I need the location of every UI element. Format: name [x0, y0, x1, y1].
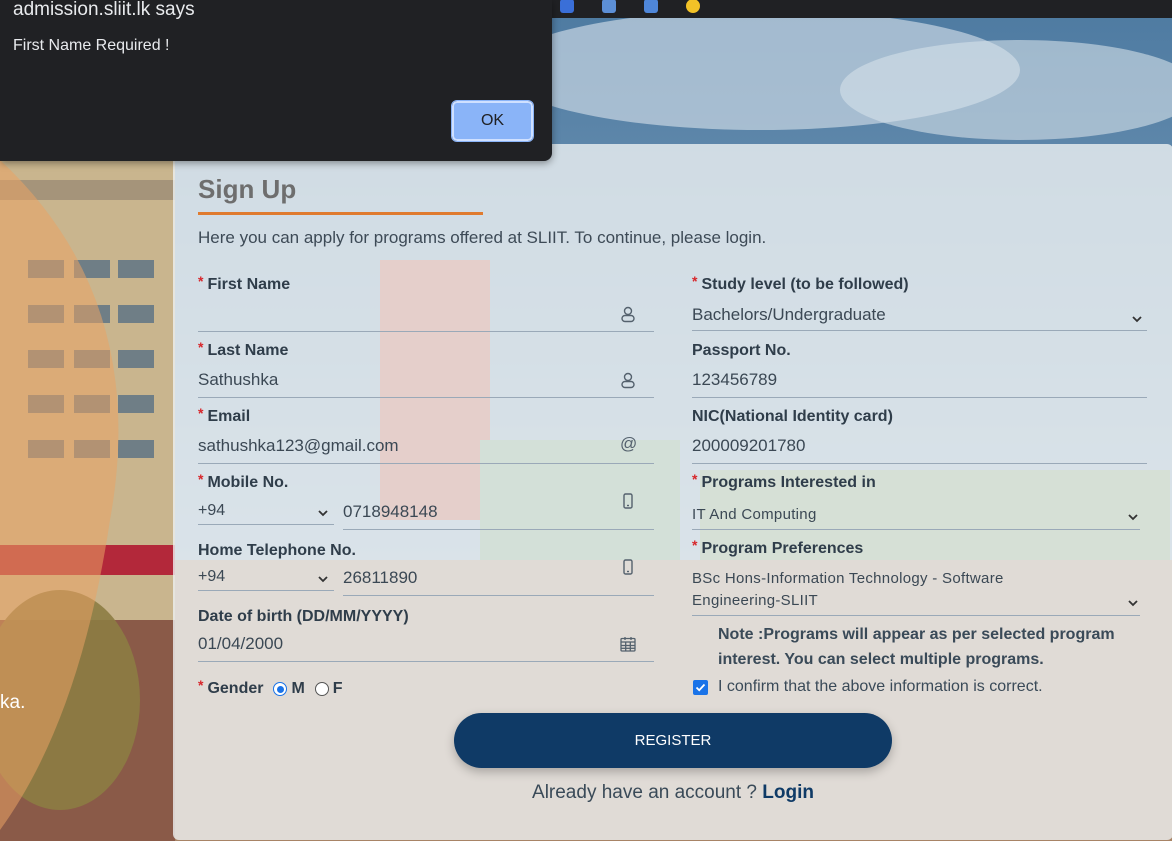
- chevron-down-icon[interactable]: [1130, 312, 1144, 326]
- programs-interested-underline: [692, 529, 1140, 530]
- confirm-checkbox[interactable]: [693, 679, 708, 695]
- page-title: Sign Up: [198, 174, 297, 204]
- mobile-icon: [623, 493, 633, 509]
- study-level-label: Study level (to be followed): [701, 276, 909, 293]
- login-link[interactable]: Login: [762, 782, 814, 803]
- register-button[interactable]: REGISTER: [454, 713, 892, 768]
- mobile-country-code-select[interactable]: +94: [198, 502, 225, 520]
- mobile-label-row: * Mobile No.: [198, 471, 289, 492]
- first-name-label-row: * First Name: [198, 273, 291, 294]
- bookmark-item[interactable]: [560, 0, 574, 13]
- home-phone-label-row: Home Telephone No.: [198, 542, 356, 560]
- email-label: Email: [207, 408, 251, 425]
- first-name-underline: [198, 331, 654, 332]
- gender-male-radio[interactable]: [273, 682, 288, 696]
- program-note: Note :Programs will appear as per select…: [718, 626, 1115, 668]
- bookmark-favicon-icon: [560, 0, 574, 13]
- mobile-code-underline: [198, 524, 334, 525]
- bookmark-favicon-icon: [686, 0, 700, 13]
- dob-label-row: Date of birth (DD/MM/YYYY): [198, 608, 409, 626]
- background-caption-text: ka.: [0, 692, 26, 713]
- checkmark-icon: [695, 683, 706, 691]
- last-name-label: Last Name: [207, 342, 289, 359]
- title-underline: [198, 212, 483, 215]
- dob-input[interactable]: 01/04/2000: [198, 634, 283, 654]
- alert-dialog: admission.sliit.lk says First Name Requi…: [0, 0, 552, 161]
- gender-row: * Gender M F: [198, 677, 353, 698]
- email-label-row: * Email: [198, 405, 251, 426]
- dialog-message: First Name Required !: [13, 37, 170, 54]
- nic-underline: [692, 463, 1147, 464]
- confirm-row: I confirm that the above information is …: [693, 678, 1043, 696]
- user-icon: [621, 306, 635, 323]
- required-asterisk: *: [692, 273, 698, 289]
- home-phone-input[interactable]: 26811890: [343, 568, 417, 588]
- bookmark-favicon-icon: [602, 0, 616, 13]
- program-preferences-underline: [692, 615, 1140, 616]
- login-prompt: Already have an account ?: [532, 782, 763, 803]
- required-asterisk: *: [692, 471, 698, 487]
- first-name-label: First Name: [207, 276, 291, 293]
- passport-input[interactable]: 123456789: [692, 370, 777, 390]
- passport-label-row: Passport No.: [692, 342, 791, 360]
- bookmark-favicon-icon: [644, 0, 658, 13]
- program-preferences-option-line1[interactable]: BSc Hons-Information Technology - Softwa…: [692, 570, 1004, 587]
- program-preferences-label: Program Preferences: [701, 540, 864, 557]
- dob-label: Date of birth (DD/MM/YYYY): [198, 608, 409, 625]
- gender-male-label: M: [291, 680, 305, 697]
- ok-button[interactable]: OK: [451, 100, 534, 142]
- dob-underline: [198, 661, 654, 662]
- confirm-label: I confirm that the above information is …: [718, 678, 1043, 695]
- required-asterisk: *: [198, 677, 204, 693]
- study-level-select[interactable]: Bachelors/Undergraduate: [692, 305, 886, 325]
- home-phone-code-underline: [198, 590, 334, 591]
- required-asterisk: *: [198, 405, 204, 421]
- program-preferences-option-line2[interactable]: Engineering-SLIIT: [692, 592, 818, 609]
- gender-female-radio[interactable]: [314, 682, 329, 696]
- nic-input[interactable]: 200009201780: [692, 436, 805, 456]
- last-name-input[interactable]: Sathushka: [198, 370, 278, 390]
- at-icon: @: [620, 434, 638, 453]
- required-asterisk: *: [692, 537, 698, 553]
- study-level-label-row: * Study level (to be followed): [692, 273, 909, 294]
- email-underline: [198, 463, 654, 464]
- mobile-label: Mobile No.: [207, 474, 289, 491]
- home-phone-label: Home Telephone No.: [198, 542, 356, 559]
- nic-label: NIC(National Identity card): [692, 408, 893, 425]
- mobile-icon: [623, 559, 633, 575]
- dialog-title: admission.sliit.lk says: [13, 0, 195, 20]
- home-phone-underline: [343, 595, 654, 596]
- programs-interested-select[interactable]: IT And Computing: [692, 506, 817, 523]
- programs-interested-label-row: * Programs Interested in: [692, 471, 876, 492]
- program-preferences-label-row: * Program Preferences: [692, 537, 864, 558]
- chevron-down-icon[interactable]: [316, 572, 330, 586]
- bookmark-item[interactable]: [644, 0, 658, 13]
- gender-female-label: F: [332, 680, 343, 697]
- bookmark-item[interactable]: [686, 0, 700, 13]
- study-level-underline: [692, 330, 1147, 331]
- last-name-label-row: * Last Name: [198, 339, 289, 360]
- programs-interested-label: Programs Interested in: [701, 474, 876, 491]
- mobile-input[interactable]: 0718948148: [343, 502, 438, 522]
- required-asterisk: *: [198, 339, 204, 355]
- bookmark-item[interactable]: [602, 0, 616, 13]
- mobile-underline: [343, 529, 654, 530]
- signup-card: Sign Up Here you can apply for programs …: [173, 144, 1172, 840]
- signup-subtitle: Here you can apply for programs offered …: [198, 228, 767, 247]
- user-icon: [621, 372, 635, 389]
- gender-label: Gender: [207, 680, 264, 697]
- chevron-down-icon[interactable]: [1126, 596, 1140, 610]
- login-row: Already have an account ? Login: [173, 782, 1172, 804]
- passport-label: Passport No.: [692, 342, 791, 359]
- passport-underline: [692, 397, 1147, 398]
- home-phone-country-code-select[interactable]: +94: [198, 568, 225, 586]
- required-asterisk: *: [198, 273, 204, 289]
- last-name-underline: [198, 397, 654, 398]
- nic-label-row: NIC(National Identity card): [692, 408, 893, 426]
- required-asterisk: *: [198, 471, 204, 487]
- chevron-down-icon[interactable]: [1126, 510, 1140, 524]
- chevron-down-icon[interactable]: [316, 506, 330, 520]
- email-input[interactable]: sathushka123@gmail.com: [198, 436, 399, 456]
- calendar-icon[interactable]: [619, 635, 637, 653]
